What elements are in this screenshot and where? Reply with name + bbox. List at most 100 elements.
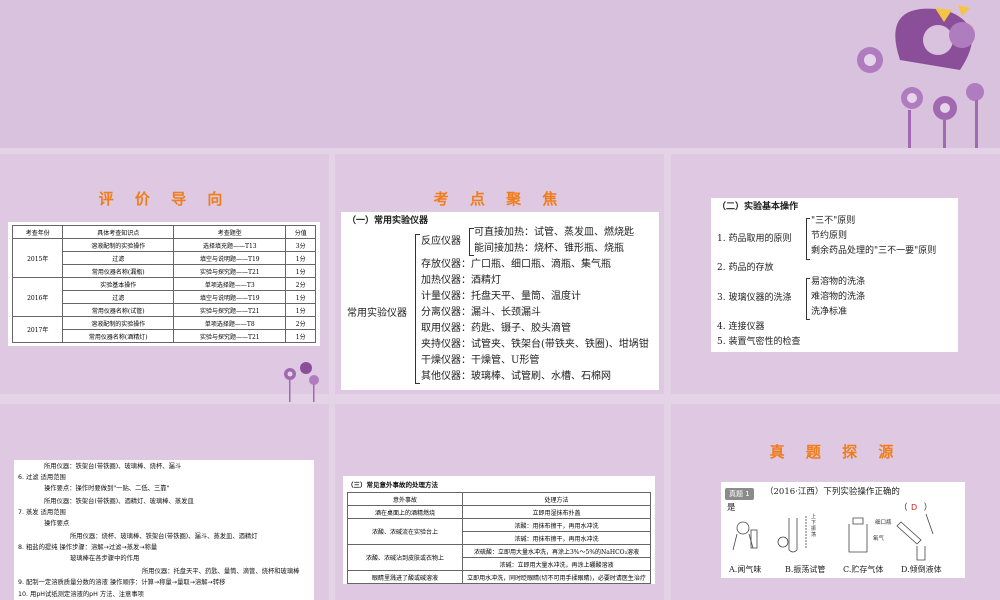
score-cell: 1分: [285, 264, 316, 278]
exam-table-panel: 考查年份 具体考查知识点 考查题型 分值 2015年 溶液配制的实验操作 选择填…: [8, 222, 320, 346]
flower-icon: [857, 5, 984, 148]
react-label: 反应仪器: [421, 236, 461, 247]
year-cell: 2017年: [11, 316, 64, 343]
react-item: 能间接加热：烧杯、锥形瓶、烧瓶: [474, 243, 624, 254]
question-badge: 真题 1: [725, 488, 754, 500]
table-row: 2016年 实验基本操作 单项选择题——T3 2分: [11, 277, 316, 317]
table-row: 2015年 溶液配制的实验操作 选择填充题——T13 3分: [11, 238, 316, 278]
option-label: A.闻气味: [729, 565, 762, 574]
table-row: 酒在桌面上的酒精燃烧 立即用湿抹布扑盖: [347, 505, 651, 519]
table-row: 浓酸、浓碱沾到皮肤或衣物上 浓硫酸：立即用大量水冲洗，再涂上3%～5%的NaHC…: [347, 544, 651, 571]
method-cell: 浓碱：立即用大量水冲洗，再涂上硼酸溶液: [462, 557, 651, 571]
instrument-item: 夹持仪器：试管夹、铁架台(带铁夹、铁圈)、坩埚钳: [421, 339, 649, 350]
option-label: C.贮存气体: [843, 565, 884, 574]
section-heading: （三）常见意外事故的处理方法: [347, 481, 438, 489]
method-cell: 立即用水冲洗，同时眨眼睛(切不可用手揉眼睛)，必要时请医生治疗: [462, 570, 651, 584]
instrument-item: 计量仪器：托盘天平、量筒、温度计: [421, 291, 581, 302]
point-cell: 过滤: [62, 290, 175, 304]
slide-real-exam[interactable]: 真 题 探 源 真题 1 （2016·江西）下列实验操作正确的 是 （ ） D …: [671, 404, 1000, 600]
gas-jar-icon: [848, 517, 868, 553]
ops-sub: 节约原则: [811, 231, 848, 241]
slide-title: 考 点 聚 焦: [433, 190, 566, 208]
score-cell: 2分: [285, 277, 316, 291]
accident-cell: 浓酸、浓碱流在实验台上: [347, 518, 463, 545]
score-cell: 1分: [285, 303, 316, 317]
type-cell: 单项选择题——T8: [173, 316, 287, 330]
pour-liquid-icon: [896, 513, 934, 561]
table-header: 考查题型: [173, 225, 287, 239]
accident-cell: 眼睛里溅进了酸或碱溶液: [347, 570, 463, 584]
op-line: 8. 粗盐的提纯 操作步骤：溶解→过滤→蒸发→称量: [18, 544, 158, 551]
question-panel: 真题 1 （2016·江西）下列实验操作正确的 是 （ ） D 上下振荡 细口瓶…: [721, 482, 965, 578]
type-cell: 单项选择题——T3: [173, 277, 287, 291]
ops-panel: （二）实验基本操作 1. 药品取用的原则 "三不"原则 节约原则 剩余药品处理的…: [711, 198, 958, 352]
slide-title: 真 题 探 源: [769, 443, 902, 461]
shake-tube-icon: [777, 516, 807, 553]
table-header: 具体考查知识点: [62, 225, 175, 239]
flower-icon: [284, 362, 319, 402]
point-cell: 溶液配制的实验操作: [62, 316, 175, 330]
year-cell: 2016年: [11, 277, 64, 317]
ops-sub: 洗净标准: [811, 307, 848, 317]
table-header: 意外事故: [347, 492, 463, 506]
point-cell: 溶液配制的实验操作: [62, 238, 175, 252]
table-row: 浓酸、浓碱流在实验台上 浓酸：用抹布擦干，再用水冲洗: [347, 518, 651, 545]
root-label: 常用实验仪器: [347, 308, 407, 319]
question-text: （2016·江西）下列实验操作正确的: [765, 487, 900, 497]
option-label: D.倾倒液体: [901, 565, 942, 574]
instrument-panel: （一）常用实验仪器 常用实验仪器 反应仪器 可直接加热：试管、蒸发皿、燃烧匙 能…: [341, 212, 659, 390]
slide-basic-ops[interactable]: （二）实验基本操作 1. 药品取用的原则 "三不"原则 节约原则 剩余药品处理的…: [671, 154, 1000, 394]
slide-key-points[interactable]: 考 点 聚 焦 （一）常用实验仪器 常用实验仪器 反应仪器 可直接加热：试管、蒸…: [335, 154, 664, 394]
op-line: 玻璃棒在各步骤中的作用: [70, 555, 140, 562]
point-cell: 常用仪器名称(试管): [62, 303, 175, 317]
score-cell: 3分: [285, 238, 316, 252]
point-cell: 实验基本操作: [62, 277, 175, 291]
op-line: 所用仪器：铁架台(带铁圈)、酒精灯、玻璃棒、蒸发皿: [44, 498, 194, 505]
ops-sub: 难溶物的洗涤: [811, 292, 866, 302]
point-cell: 常用仪器名称(漏瓶): [62, 264, 175, 278]
ops-sub: 易溶物的洗涤: [811, 277, 866, 287]
table-header: 处理方法: [462, 492, 651, 506]
ops-sub: "三不"原则: [811, 216, 856, 226]
op-line: 所用仪器：托盘天平、药匙、量筒、滴管、烧杯和玻璃棒: [142, 568, 300, 575]
op-line: 7. 蒸发 适用范围: [18, 509, 66, 516]
point-cell: 常用仪器名称(酒精灯): [62, 329, 175, 343]
ops-item: 3. 玻璃仪器的洗涤: [717, 293, 792, 303]
option-label: B.振荡试管: [785, 565, 826, 574]
type-cell: 实验与探究题——T21: [173, 264, 287, 278]
type-cell: 实验与探究题——T21: [173, 303, 287, 317]
accident-cell: 浓酸、浓碱沾到皮肤或衣物上: [347, 544, 463, 571]
table-header: 考查年份: [11, 225, 64, 239]
exam-table: 考查年份 具体考查知识点 考查题型 分值 2015年 溶液配制的实验操作 选择填…: [11, 225, 316, 343]
gas-annotation: 氧气: [873, 536, 885, 542]
method-cell: 立即用湿抹布扑盖: [462, 505, 651, 519]
section-heading: （二）实验基本操作: [717, 202, 799, 212]
accident-cell: 酒在桌面上的酒精燃烧: [347, 505, 463, 519]
op-line: 9. 配制一定溶质质量分数的溶液 操作顺序：计算→称量→量取→溶解→转移: [18, 579, 226, 586]
ops-sub: 剩余药品处理的"三不一要"原则: [811, 246, 937, 256]
method-cell: 浓碱：用抹布擦干，再用水冲洗: [462, 531, 651, 545]
instrument-item: 取用仪器：药匙、镊子、胶头滴管: [421, 323, 571, 334]
slide-evaluation[interactable]: 评 价 导 向 考查年份 具体考查知识点 考查题型 分值 2015年 溶液配制的…: [0, 154, 329, 402]
ops-item: 1. 药品取用的原则: [717, 234, 792, 244]
score-cell: 2分: [285, 316, 316, 330]
brace: [806, 278, 810, 320]
react-item: 可直接加热：试管、蒸发皿、燃烧匙: [474, 227, 634, 238]
accident-table: 意外事故 处理方法 酒在桌面上的酒精燃烧 立即用湿抹布扑盖 浓酸、浓碱流在实验台…: [347, 492, 651, 584]
ops-item: 4. 连接仪器: [717, 322, 765, 332]
type-cell: 实验与探究题——T21: [173, 329, 287, 343]
instrument-item: 干燥仪器：干燥管、U形管: [421, 355, 540, 366]
op-line: 所用仪器：铁架台(带铁圈)、玻璃棒、烧杯、漏斗: [44, 463, 182, 470]
shake-annotation: 上下振荡: [811, 514, 817, 538]
op-line: 操作要点: [44, 520, 70, 527]
accident-panel: （三）常见意外事故的处理方法 意外事故 处理方法 酒在桌面上的酒精燃烧 立即用湿…: [343, 476, 655, 584]
year-cell: 2015年: [11, 238, 64, 278]
jar-annotation: 细口瓶: [875, 520, 892, 526]
method-cell: 浓硫酸：立即用大量水冲洗，再涂上3%～5%的NaHCO₃溶液: [462, 544, 651, 558]
slide-operations[interactable]: 所用仪器：铁架台(带铁圈)、玻璃棒、烧杯、漏斗 6. 过滤 适用范围 操作要点：…: [0, 404, 329, 600]
flower-decoration: [857, 5, 984, 148]
brace: [415, 234, 420, 384]
experiment-illustrations: [732, 513, 934, 561]
table-row: 眼睛里溅进了酸或碱溶液 立即用水冲洗，同时眨眼睛(切不可用手揉眼睛)，必要时请医…: [347, 570, 651, 584]
slide-accidents[interactable]: （三）常见意外事故的处理方法 意外事故 处理方法 酒在桌面上的酒精燃烧 立即用湿…: [335, 404, 664, 600]
